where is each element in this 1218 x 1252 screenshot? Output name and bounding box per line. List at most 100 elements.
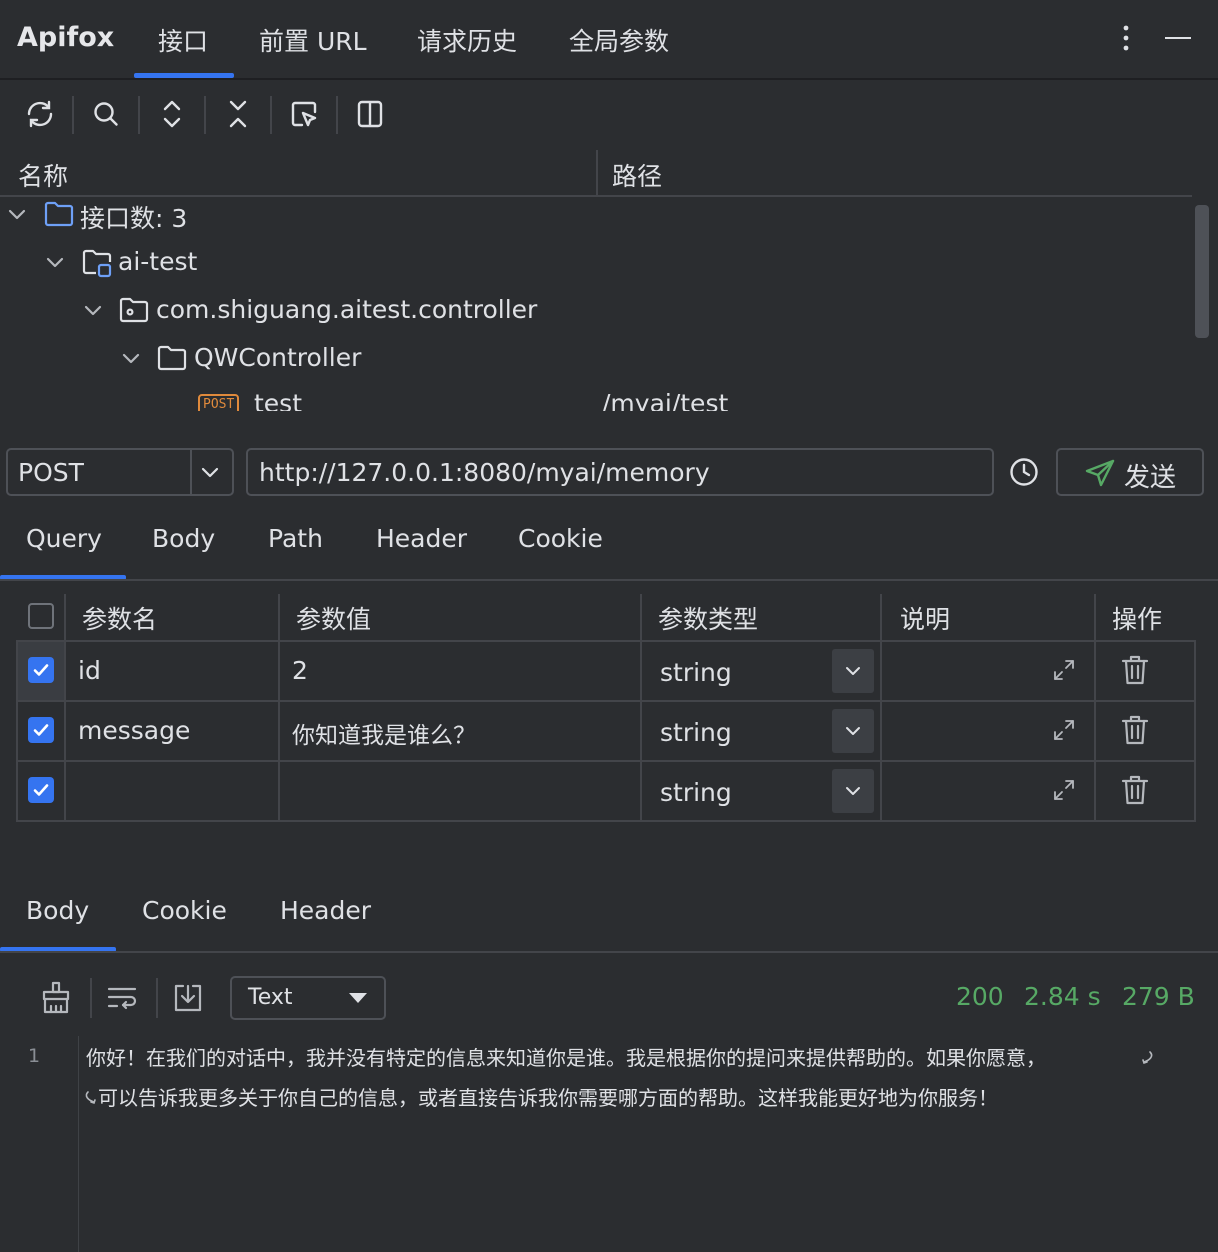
- row-checkbox-checked[interactable]: [28, 717, 54, 743]
- active-tab-indicator: [134, 73, 234, 78]
- line-number: 1: [28, 1045, 41, 1067]
- toolbar-divider: [72, 96, 74, 134]
- tab-global-params[interactable]: 全局参数: [569, 22, 669, 58]
- search-icon[interactable]: [88, 96, 124, 132]
- chevron-down-icon[interactable]: [199, 461, 221, 483]
- row-divider: [16, 820, 1196, 822]
- tab-header[interactable]: Header: [376, 524, 467, 553]
- response-tab-header[interactable]: Header: [280, 896, 371, 925]
- column-divider: [1094, 594, 1096, 822]
- more-vertical-icon[interactable]: [1116, 24, 1136, 52]
- download-icon[interactable]: [172, 982, 204, 1014]
- minimize-icon[interactable]: [1165, 37, 1191, 39]
- wrap-lines-icon[interactable]: [106, 982, 138, 1014]
- toolbar-divider: [90, 978, 92, 1018]
- chevron-down-icon[interactable]: [6, 203, 28, 225]
- response-tab-body[interactable]: Body: [26, 896, 89, 925]
- delete-trash-icon[interactable]: [1120, 654, 1150, 686]
- tree-scrollbar[interactable]: [1195, 205, 1209, 338]
- param-name-cell[interactable]: id: [78, 656, 101, 685]
- column-divider: [640, 594, 642, 822]
- refresh-icon[interactable]: [22, 96, 58, 132]
- param-value-cell[interactable]: 你知道我是谁么？: [292, 716, 476, 750]
- chevron-down-icon[interactable]: [44, 251, 66, 273]
- row-divider: [16, 640, 1196, 642]
- header-description: 说明: [900, 605, 951, 634]
- split-view-icon[interactable]: [352, 96, 388, 132]
- response-time: 2.84 s: [1024, 982, 1101, 1011]
- expand-all-icon[interactable]: [154, 96, 190, 132]
- expand-description-icon[interactable]: [1052, 778, 1076, 802]
- param-type-value[interactable]: string: [660, 718, 732, 747]
- response-body-line: 可以告诉我更多关于你自己的信息，或者直接告诉我你需要哪方面的帮助。这样我能更好地…: [98, 1086, 998, 1110]
- status-code: 200: [956, 982, 1004, 1011]
- chevron-down-icon[interactable]: [82, 299, 104, 321]
- locate-icon[interactable]: [286, 96, 322, 132]
- delete-trash-icon[interactable]: [1120, 774, 1150, 806]
- select-all-checkbox[interactable]: [28, 603, 54, 629]
- param-type-value[interactable]: string: [660, 778, 732, 807]
- response-size: 279 B: [1122, 982, 1195, 1011]
- module-folder-icon: [82, 249, 114, 279]
- interface-tree: 接口数: 3 ai-test com.shiguang.aitest.contr…: [0, 197, 1194, 411]
- history-clock-icon[interactable]: [1008, 456, 1040, 488]
- method-select-value: POST: [18, 458, 84, 487]
- param-type-value[interactable]: string: [660, 658, 732, 687]
- column-divider: [64, 594, 66, 822]
- column-divider: [1194, 640, 1196, 822]
- header-actions: 操作: [1112, 605, 1163, 634]
- tab-interfaces[interactable]: 接口: [158, 22, 208, 58]
- tree-endpoint-name[interactable]: test: [254, 389, 302, 411]
- header-param-value: 参数值: [296, 605, 372, 634]
- type-dropdown-button[interactable]: [832, 709, 874, 753]
- send-paper-plane-icon: [1084, 458, 1116, 488]
- toolbar-divider: [270, 96, 272, 134]
- row-checkbox-checked[interactable]: [28, 777, 54, 803]
- param-name-cell[interactable]: message: [78, 716, 190, 745]
- row-checkbox-checked[interactable]: [28, 657, 54, 683]
- format-select-value: Text: [248, 985, 293, 1010]
- toolbar-divider: [156, 978, 158, 1018]
- tree-package-label[interactable]: com.shiguang.aitest.controller: [156, 295, 537, 324]
- tree-endpoint-path[interactable]: /myai/test: [602, 389, 728, 411]
- post-method-badge: POST: [198, 394, 240, 411]
- divider: [0, 579, 1218, 581]
- tree-module-label[interactable]: ai-test: [118, 247, 197, 276]
- delete-trash-icon[interactable]: [1120, 714, 1150, 746]
- divider: [0, 951, 1218, 953]
- soft-wrap-icon: [1140, 1050, 1154, 1068]
- tab-body[interactable]: Body: [152, 524, 215, 553]
- tab-prefix-url[interactable]: 前置 URL: [259, 22, 367, 58]
- header-param-name: 参数名: [82, 605, 158, 634]
- response-tab-cookie[interactable]: Cookie: [142, 896, 227, 925]
- toolbar-divider: [138, 96, 140, 134]
- collapse-all-icon[interactable]: [220, 96, 256, 132]
- app-title: Apifox: [17, 22, 115, 53]
- clear-broom-icon[interactable]: [38, 980, 74, 1016]
- package-folder-icon: [119, 297, 149, 323]
- type-dropdown-button[interactable]: [832, 649, 874, 693]
- folder-icon: [157, 345, 187, 371]
- tab-query[interactable]: Query: [26, 524, 102, 553]
- soft-wrap-icon: [84, 1090, 98, 1108]
- tab-request-history[interactable]: 请求历史: [417, 22, 517, 58]
- toolbar-divider: [204, 96, 206, 134]
- expand-description-icon[interactable]: [1052, 658, 1076, 682]
- divider: [190, 450, 192, 494]
- tab-cookie[interactable]: Cookie: [518, 524, 603, 553]
- header-param-type: 参数类型: [658, 605, 759, 634]
- column-divider[interactable]: [596, 150, 598, 196]
- editor-gutter: [78, 1036, 79, 1252]
- param-value-cell[interactable]: 2: [292, 656, 308, 685]
- tree-root-label[interactable]: 接口数: 3: [80, 199, 187, 235]
- column-divider: [880, 594, 882, 822]
- tab-path[interactable]: Path: [268, 524, 323, 553]
- type-dropdown-button[interactable]: [832, 769, 874, 813]
- expand-description-icon[interactable]: [1052, 718, 1076, 742]
- url-input[interactable]: [246, 448, 994, 496]
- chevron-down-icon[interactable]: [120, 347, 142, 369]
- row-divider: [16, 760, 1196, 762]
- tree-controller-label[interactable]: QWController: [194, 343, 361, 372]
- send-button-label: 发送: [1124, 463, 1177, 493]
- toolbar-divider: [336, 96, 338, 134]
